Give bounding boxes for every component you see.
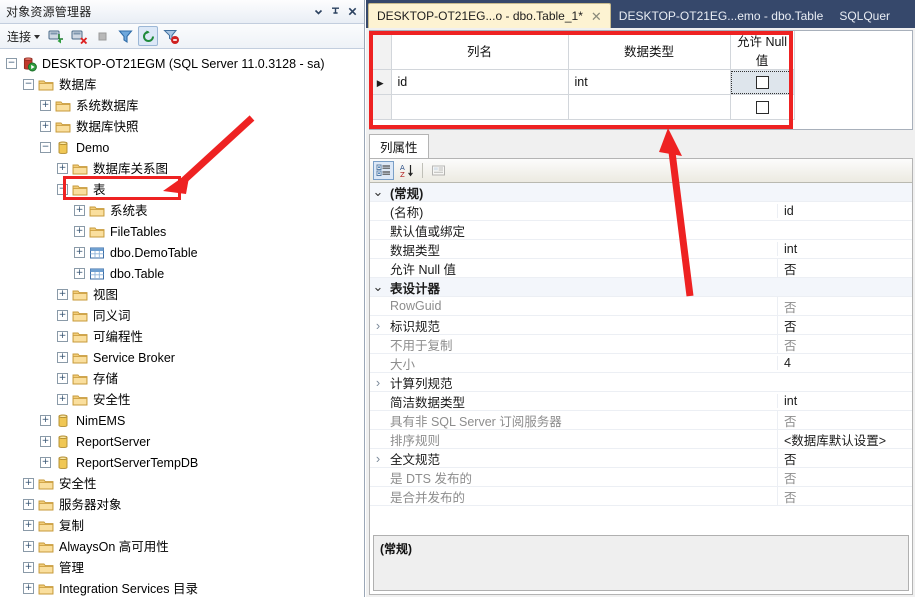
ssms-window: 对象资源管理器 连接 − DESKTOP-OT21EGM (SQL Server…: [0, 0, 915, 597]
arrow-to-tables-node: [163, 115, 255, 194]
annotation-arrows: [163, 115, 694, 297]
arrow-to-column-grid: [659, 128, 694, 297]
